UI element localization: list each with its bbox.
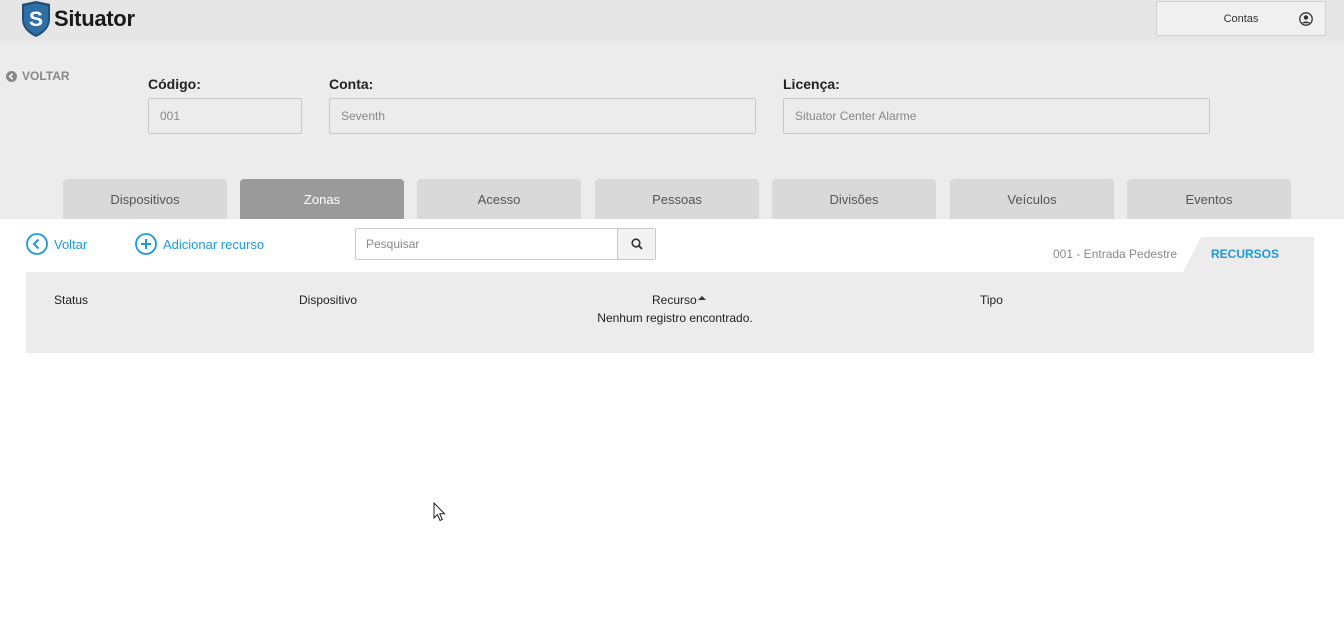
tab-acesso[interactable]: Acesso [417,179,581,219]
search-bar [355,228,656,260]
voltar-button[interactable]: Voltar [26,233,87,255]
voltar-label: Voltar [54,236,88,252]
empty-table-message: Nenhum registro encontrado. [597,311,753,325]
search-icon [630,238,643,250]
licenca-label: Licença: [783,76,840,92]
chevron-left-circle-icon [26,233,48,255]
conta-field[interactable]: Seventh [329,98,756,134]
column-header-dispositivo[interactable]: Dispositivo [299,293,357,307]
back-link-top[interactable]: VOLTAR [6,69,70,83]
column-header-status[interactable]: Status [54,293,88,307]
column-header-recurso-label: Recurso [652,293,697,307]
search-input[interactable] [355,228,617,260]
codigo-label: Código: [148,76,201,92]
app-logo[interactable]: S Situator [20,1,135,37]
account-header: VOLTAR Código: 001 Conta: Seventh Licenç… [0,41,1344,219]
tab-zonas[interactable]: Zonas [240,179,404,219]
shield-logo-icon: S [22,1,50,37]
back-link-label: VOLTAR [22,69,70,83]
logo-initial: S [29,8,43,31]
resources-table: Status Dispositivo Recurso Tipo Nenhum r… [26,272,1314,353]
breadcrumb-zone[interactable]: 001 - Entrada Pedestre [1053,247,1177,261]
section-tabs: Dispositivos Zonas Acesso Pessoas Divisõ… [0,179,1344,219]
brand-name: Situator [54,6,135,31]
tab-eventos[interactable]: Eventos [1127,179,1291,219]
add-resource-button[interactable]: Adicionar recurso [135,233,264,255]
tab-dispositivos[interactable]: Dispositivos [63,179,227,219]
search-button[interactable] [617,228,656,260]
codigo-field[interactable]: 001 [148,98,302,134]
tab-veiculos[interactable]: Veículos [950,179,1114,219]
add-resource-label: Adicionar recurso [163,236,265,252]
conta-label: Conta: [329,76,374,92]
breadcrumb-section: RECURSOS [1211,247,1280,261]
accounts-button[interactable]: Contas [1156,1,1326,36]
plus-circle-icon [135,233,157,255]
column-header-recurso[interactable]: Recurso [652,293,706,307]
tab-divisoes[interactable]: Divisões [772,179,936,219]
mouse-cursor-icon [433,502,446,522]
user-circle-icon [1299,12,1313,26]
back-arrow-circle-icon [6,70,17,82]
sort-ascending-icon [697,295,706,300]
accounts-button-label: Contas [1223,12,1259,25]
column-header-tipo[interactable]: Tipo [980,293,1003,307]
tab-pessoas[interactable]: Pessoas [595,179,759,219]
top-bar: S Situator Contas [0,0,1344,41]
licenca-field[interactable]: Situator Center Alarme [783,98,1210,134]
